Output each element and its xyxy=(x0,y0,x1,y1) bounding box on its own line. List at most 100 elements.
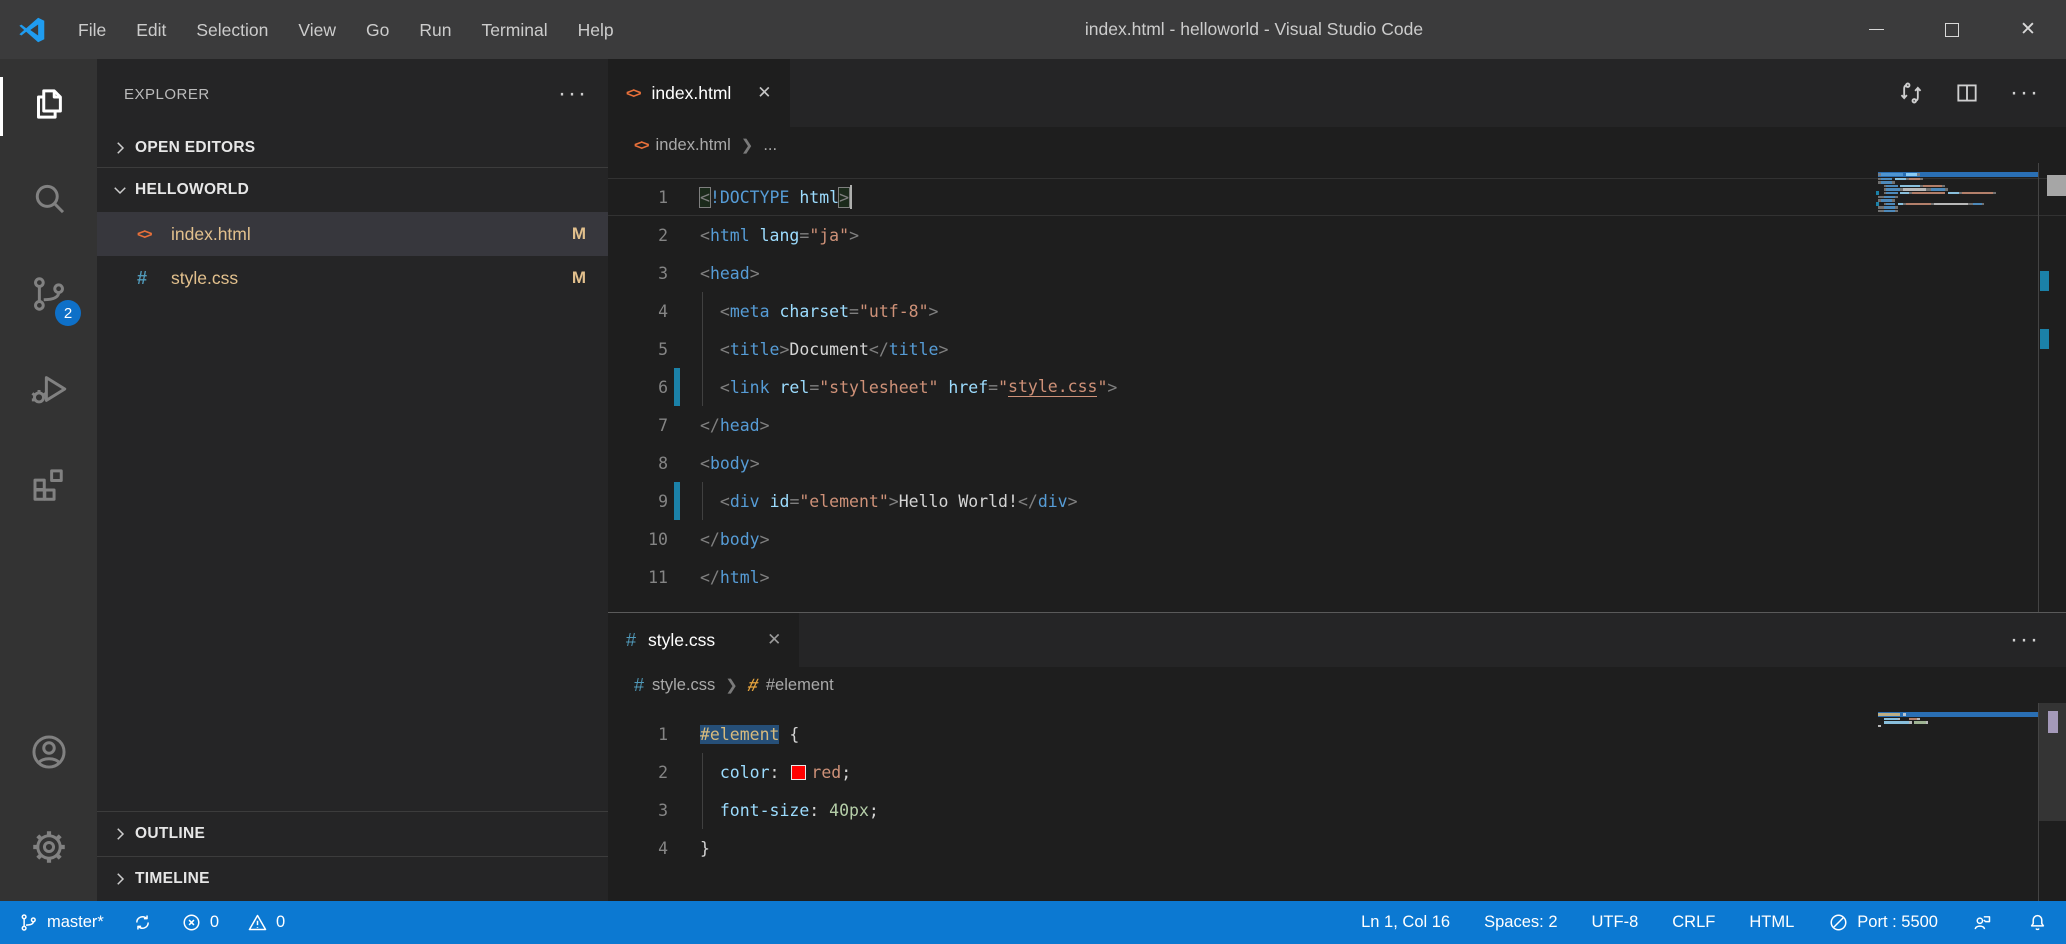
file-item-style-css[interactable]: #style.cssM xyxy=(97,256,608,300)
menu-view[interactable]: View xyxy=(283,12,351,48)
code-line[interactable]: 7</head> xyxy=(608,406,2066,444)
activity-explorer-button[interactable] xyxy=(0,59,97,154)
overview-ruler[interactable] xyxy=(2038,703,2066,901)
minimize-button[interactable] xyxy=(1838,0,1914,59)
breadcrumb-item[interactable]: #style.css xyxy=(634,675,715,696)
explorer-more-actions-button[interactable]: ··· xyxy=(558,80,588,108)
code-line[interactable]: 10</body> xyxy=(608,520,2066,558)
code-editor[interactable]: 1<!DOCTYPE html>2<html lang="ja">3<head>… xyxy=(608,163,2066,612)
code-line[interactable]: 1#element { xyxy=(608,715,2066,753)
menu-run[interactable]: Run xyxy=(404,12,466,48)
breadcrumb-item[interactable]: <>index.html xyxy=(634,136,731,155)
file-item-index-html[interactable]: <>index.htmlM xyxy=(97,212,608,256)
code-line[interactable]: 9 <div id="element">Hello World!</div> xyxy=(608,482,2066,520)
breadcrumbs[interactable]: #style.css❯##element xyxy=(608,667,2066,703)
indent-guide xyxy=(702,482,703,520)
code-line[interactable]: 8<body> xyxy=(608,444,2066,482)
code-token: meta xyxy=(730,302,770,321)
code-token: !DOCTYPE xyxy=(710,188,789,207)
activity-extensions-button[interactable] xyxy=(0,439,97,534)
error-icon xyxy=(181,912,202,933)
gutter-slot xyxy=(674,444,680,482)
status-git-branch[interactable]: master* xyxy=(18,912,104,933)
code-token: head xyxy=(710,264,750,283)
breadcrumb-item[interactable]: ##element xyxy=(748,675,834,696)
status-label: 0 xyxy=(276,913,285,932)
code-line[interactable]: 2 color: red; xyxy=(608,753,2066,791)
code-line[interactable]: 1<!DOCTYPE html> xyxy=(608,178,2066,216)
tab-style-css[interactable]: # style.css ✕ xyxy=(608,613,799,667)
status-live-server-port[interactable]: Port : 5500 xyxy=(1828,912,1938,933)
breadcrumbs[interactable]: <>index.html❯... xyxy=(608,127,2066,163)
status-warnings[interactable]: 0 xyxy=(247,912,285,933)
status-feedback[interactable] xyxy=(1972,912,1993,933)
status-notifications[interactable] xyxy=(2027,912,2048,933)
code-token: < xyxy=(720,302,730,321)
code-line[interactable]: 3<head> xyxy=(608,254,2066,292)
overview-ruler[interactable] xyxy=(2038,163,2066,612)
color-swatch-red[interactable] xyxy=(791,765,806,780)
folder-section-helloworld[interactable]: HELLOWORLD xyxy=(97,168,608,212)
status-indentation[interactable]: Spaces: 2 xyxy=(1484,913,1557,932)
minimap[interactable] xyxy=(1878,703,2038,728)
line-number: 3 xyxy=(608,264,668,283)
open-editors-section[interactable]: OPEN EDITORS xyxy=(97,129,608,167)
extensions-icon xyxy=(28,463,70,510)
menu-file[interactable]: File xyxy=(63,12,121,48)
line-number: 4 xyxy=(608,302,668,321)
status-errors[interactable]: 0 xyxy=(181,912,219,933)
tab-index-html[interactable]: <> index.html ✕ xyxy=(608,59,790,127)
line-content: <link rel="stylesheet" href="style.css"> xyxy=(700,368,1117,406)
code-line[interactable]: 6 <link rel="stylesheet" href="style.css… xyxy=(608,368,2066,406)
status-encoding[interactable]: UTF-8 xyxy=(1592,913,1639,932)
split-editor-icon[interactable] xyxy=(1954,80,1980,106)
code-token: < xyxy=(720,378,730,397)
activity-search-button[interactable] xyxy=(0,154,97,249)
code-token: body xyxy=(720,530,760,549)
activity-account-button[interactable] xyxy=(0,707,97,802)
branch-icon xyxy=(18,912,39,933)
code-line[interactable]: 4} xyxy=(608,829,2066,867)
code-line[interactable]: 5 <title>Document</title> xyxy=(608,330,2066,368)
git-modified-badge: M xyxy=(572,268,586,288)
feedback-icon xyxy=(1972,912,1993,933)
menu-selection[interactable]: Selection xyxy=(181,12,283,48)
code-editor[interactable]: 1#element {2 color: red;3 font-size: 40p… xyxy=(608,703,2066,901)
activity-source-control-button[interactable]: 2 xyxy=(0,249,97,344)
code-token: red xyxy=(811,763,841,782)
close-button[interactable]: ✕ xyxy=(1990,0,2066,59)
code-token: color xyxy=(720,763,770,782)
breadcrumb-item[interactable]: ... xyxy=(763,136,777,155)
status-language-mode[interactable]: HTML xyxy=(1749,913,1794,932)
line-number: 1 xyxy=(608,725,668,744)
code-token: > xyxy=(760,416,770,435)
timeline-section[interactable]: TIMELINE xyxy=(97,857,608,901)
minimap[interactable] xyxy=(1878,163,2038,213)
status-sync[interactable] xyxy=(132,912,153,933)
code-line[interactable]: 2<html lang="ja"> xyxy=(608,216,2066,254)
status-cursor-position[interactable]: Ln 1, Col 16 xyxy=(1361,913,1450,932)
open-changes-icon[interactable] xyxy=(1898,80,1924,106)
menu-go[interactable]: Go xyxy=(351,12,404,48)
menu-help[interactable]: Help xyxy=(563,12,629,48)
maximize-button[interactable] xyxy=(1914,0,1990,59)
activity-settings-button[interactable] xyxy=(0,802,97,897)
editor-more-actions-icon[interactable]: ··· xyxy=(2010,626,2040,654)
code-line[interactable]: 3 font-size: 40px; xyxy=(608,791,2066,829)
code-token: html xyxy=(710,226,750,245)
tab-close-icon[interactable]: ✕ xyxy=(757,83,771,103)
outline-section[interactable]: OUTLINE xyxy=(97,812,608,856)
code-line[interactable]: 4 <meta charset="utf-8"> xyxy=(608,292,2066,330)
menubar: FileEditSelectionViewGoRunTerminalHelp xyxy=(63,0,629,59)
activity-run-debug-button[interactable] xyxy=(0,344,97,439)
code-token: : xyxy=(809,801,819,820)
indent-guide xyxy=(702,791,703,829)
chevron-right-icon xyxy=(105,825,135,843)
menu-edit[interactable]: Edit xyxy=(121,12,181,48)
tab-close-icon[interactable]: ✕ xyxy=(767,630,781,650)
editor-more-actions-icon[interactable]: ··· xyxy=(2010,79,2040,107)
code-line[interactable]: 11</html> xyxy=(608,558,2066,596)
status-eol[interactable]: CRLF xyxy=(1672,913,1715,932)
menu-terminal[interactable]: Terminal xyxy=(466,12,562,48)
chevron-down-icon xyxy=(105,181,135,199)
